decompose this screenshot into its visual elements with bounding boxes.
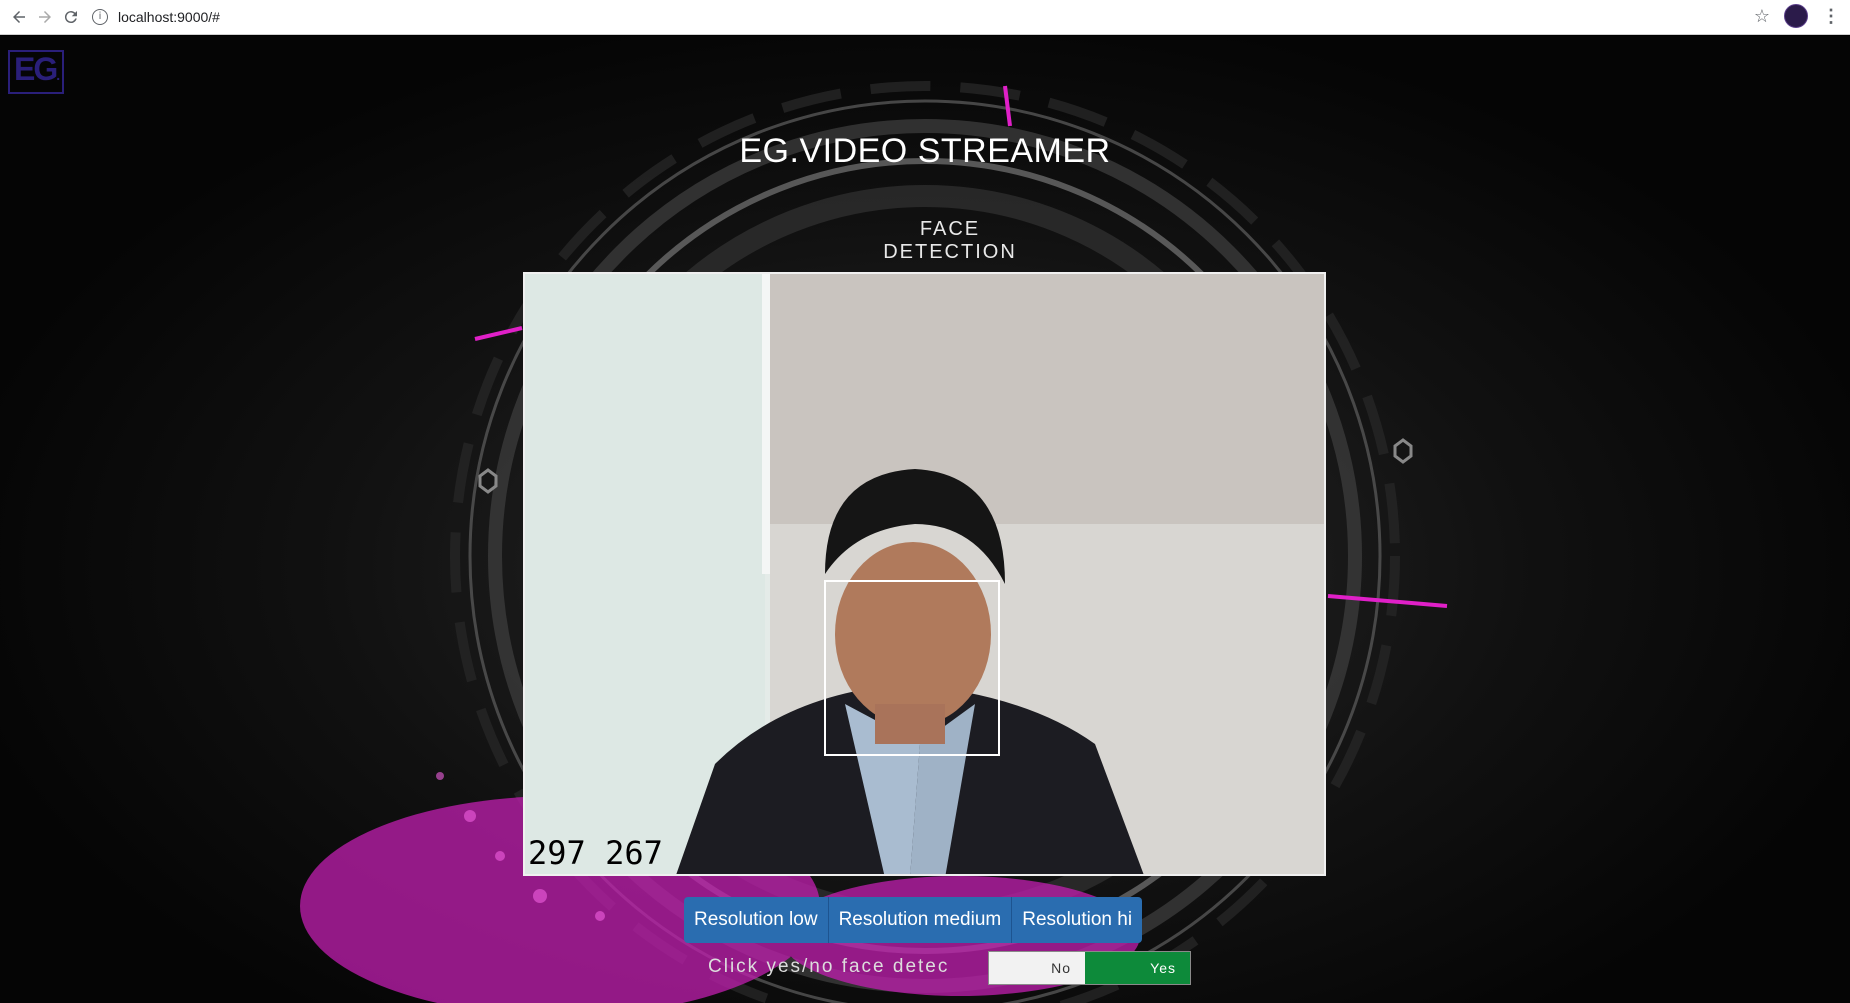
logo-suffix: . [56, 67, 60, 83]
resolution-hi-button[interactable]: Resolution hi [1012, 897, 1143, 943]
face-detection-box [824, 580, 1000, 756]
page-subtitle: FACE DETECTION [883, 218, 1017, 263]
toggle-no-option[interactable]: No [989, 952, 1085, 984]
browser-toolbar: i localhost:9000/# ☆ ⋮ [0, 0, 1850, 35]
app-logo[interactable]: EG. [8, 50, 65, 94]
star-icon[interactable]: ☆ [1754, 6, 1770, 27]
webcam-frame [525, 274, 1324, 874]
info-icon[interactable]: i [92, 9, 108, 25]
menu-icon[interactable]: ⋮ [1822, 6, 1840, 27]
face-detection-toggle[interactable]: No Yes [988, 951, 1191, 985]
profile-avatar[interactable] [1784, 4, 1808, 28]
face-detection-toggle-label: Click yes/no face detec [708, 956, 950, 977]
address-bar[interactable]: i localhost:9000/# [92, 9, 220, 25]
resolution-button-group: Resolution low Resolution medium Resolut… [684, 897, 1143, 943]
resolution-low-button[interactable]: Resolution low [684, 897, 829, 943]
logo-text: EG [14, 51, 58, 87]
url-text: localhost:9000/# [118, 9, 220, 25]
page-body: EG. EG.VIDEO STREAMER FACE DETECTION 297… [0, 36, 1850, 1003]
resolution-medium-button[interactable]: Resolution medium [828, 897, 1013, 943]
video-overlay-text: 297 267 [528, 834, 663, 872]
reload-icon[interactable] [58, 4, 84, 30]
page-title: EG.VIDEO STREAMER [739, 132, 1111, 170]
toggle-yes-option[interactable]: Yes [1085, 952, 1190, 984]
video-stream: 297 267 [523, 272, 1326, 876]
back-icon[interactable] [6, 4, 32, 30]
forward-icon[interactable] [32, 4, 58, 30]
